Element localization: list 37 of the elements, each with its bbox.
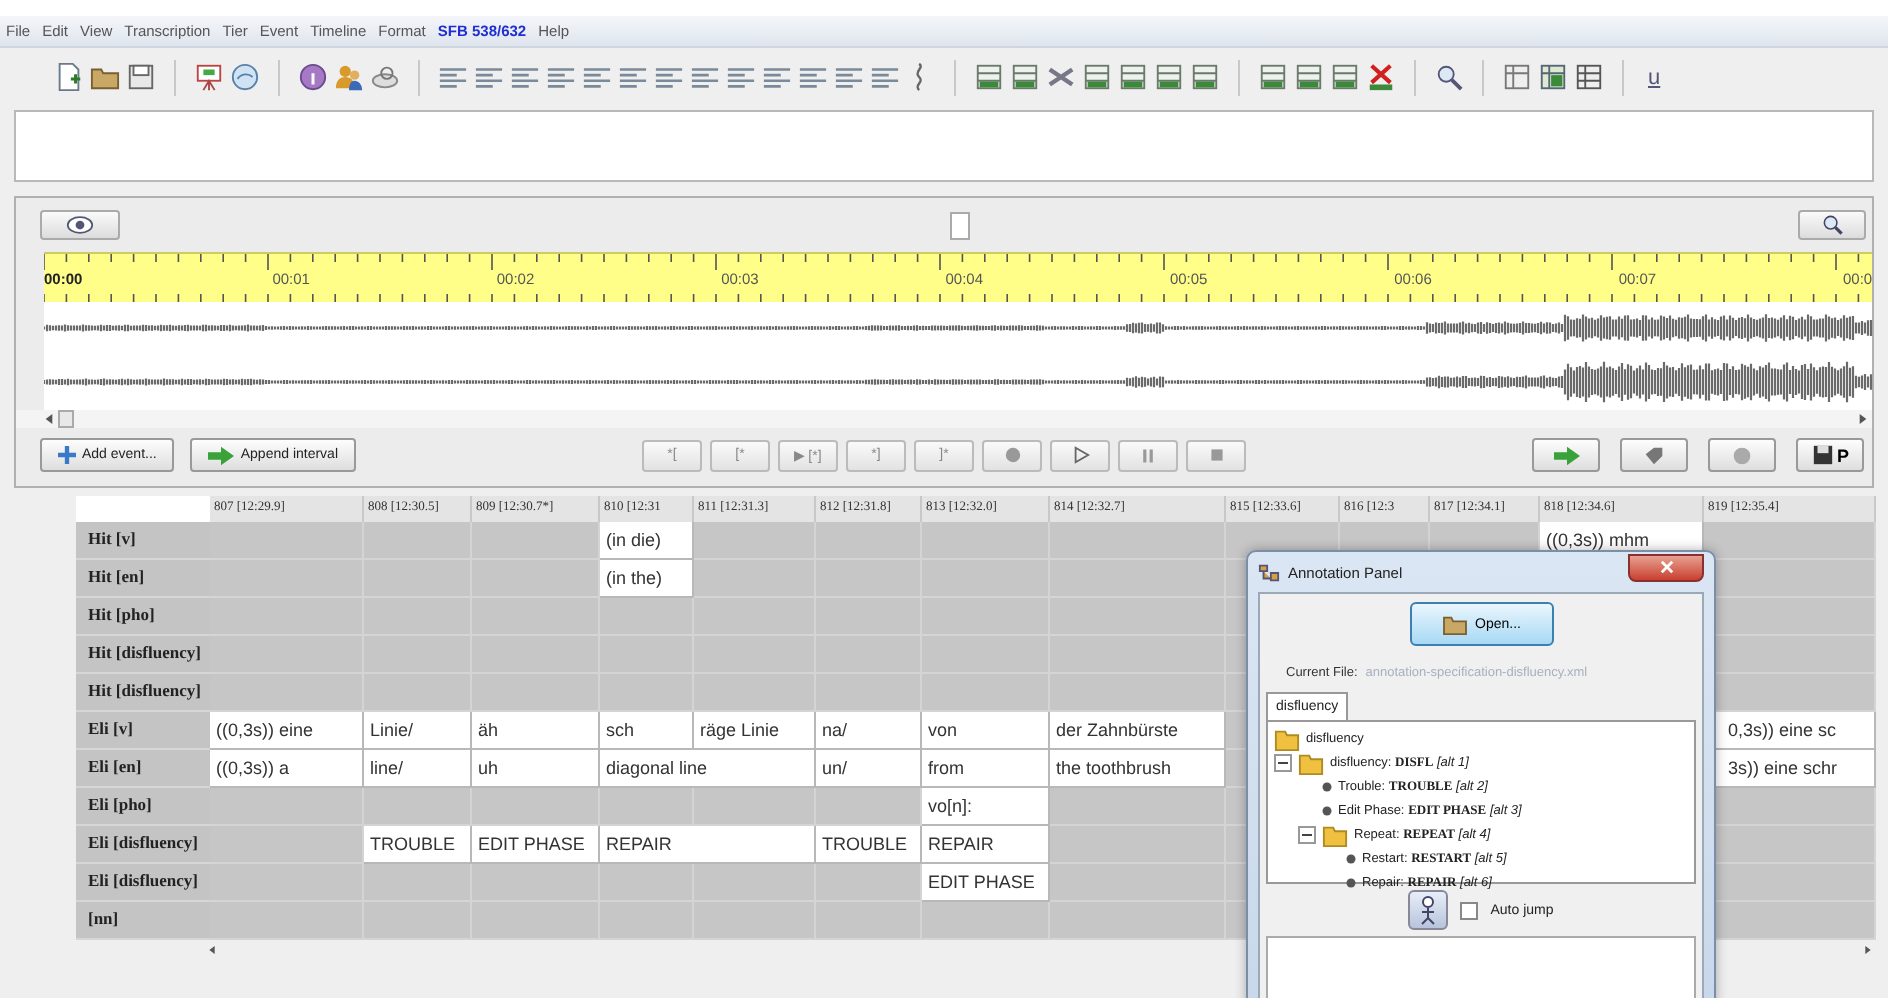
event-cell[interactable]: (in die) (600, 522, 694, 560)
event-cell[interactable]: TROUBLE (364, 826, 472, 864)
event-cell[interactable]: EDIT PHASE (922, 864, 1050, 902)
event-cell[interactable]: Linie/ (364, 712, 472, 750)
event-cell[interactable]: ((0,3s)) eine (210, 712, 364, 750)
event-cell[interactable]: räge Linie (694, 712, 816, 750)
event-cell[interactable]: un/ (816, 750, 922, 788)
event-cell[interactable]: na/ (816, 712, 922, 750)
event-cell[interactable]: EDIT PHASE (472, 826, 600, 864)
event-cell[interactable]: äh (472, 712, 600, 750)
tier-label[interactable]: Hit [en] (76, 560, 210, 598)
tier-label[interactable]: Eli [disfluency] (76, 826, 210, 864)
tier-label[interactable]: Eli [disfluency] (76, 864, 210, 902)
tier-label[interactable]: Hit [disfluency] (76, 636, 210, 674)
event-cell[interactable]: sch (600, 712, 694, 750)
event-cell[interactable]: the toothbrush (1050, 750, 1226, 788)
event-cell[interactable]: vo[n]: (922, 788, 1050, 826)
tier-label[interactable]: Eli [en] (76, 750, 210, 788)
tier-label[interactable]: Hit [pho] (76, 598, 210, 636)
event-cell[interactable]: (in the) (600, 560, 694, 598)
tier-label[interactable]: Hit [v] (76, 522, 210, 560)
tier-label[interactable]: [nn] (76, 902, 210, 940)
event-cell[interactable]: line/ (364, 750, 472, 788)
event-cell[interactable]: REPAIR (922, 826, 1050, 864)
event-cell[interactable]: ((0,3s)) a (210, 750, 364, 788)
save-mode-button[interactable]: P (1796, 438, 1865, 472)
event-cell[interactable]: from (922, 750, 1050, 788)
event-cell[interactable]: von (922, 712, 1050, 750)
tier-label[interactable]: Eli [pho] (76, 788, 210, 826)
event-cell[interactable]: REPAIR (600, 826, 816, 864)
underline-button[interactable]: u (1642, 65, 1667, 89)
event-cell[interactable]: uh (472, 750, 600, 788)
tier-label[interactable]: Hit [disfluency] (76, 674, 210, 712)
event-cell[interactable]: diagonal line (600, 750, 816, 788)
event-cell[interactable]: der Zahnbürste (1050, 712, 1226, 750)
tier-label[interactable]: Eli [v] (76, 712, 210, 750)
event-cell[interactable]: TROUBLE (816, 826, 922, 864)
